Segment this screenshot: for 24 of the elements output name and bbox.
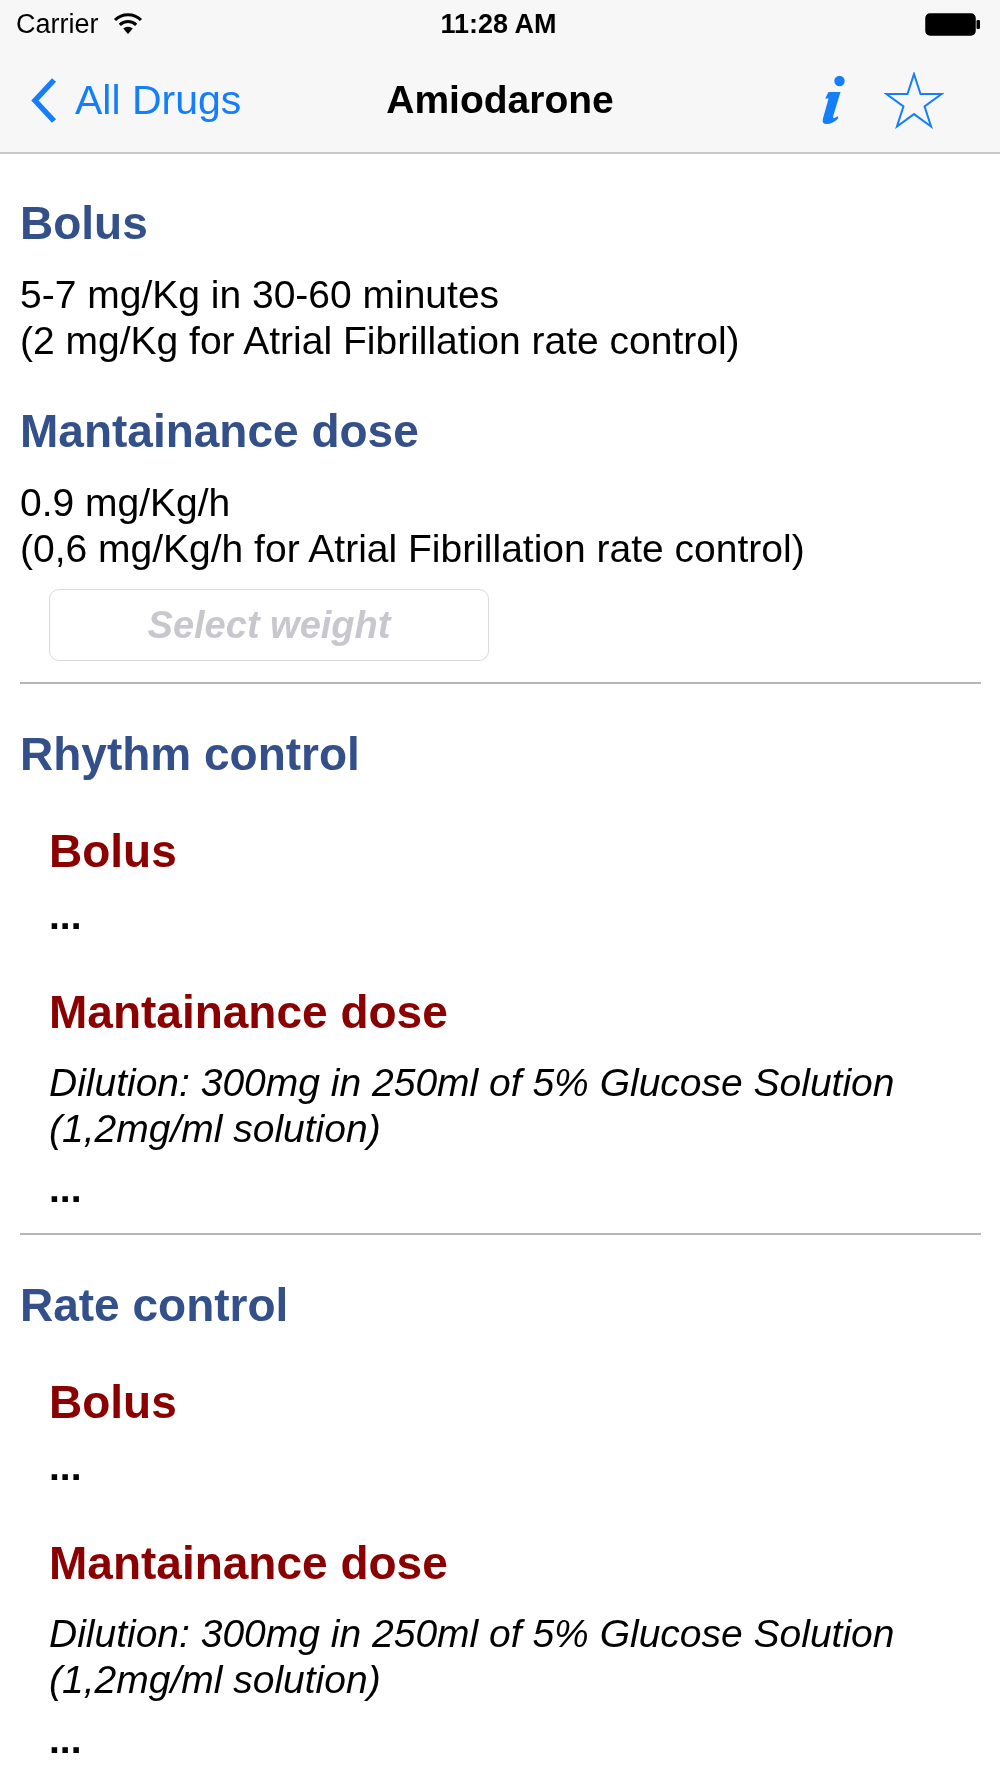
star-icon[interactable] [884,71,944,129]
dose-text: 5-7 mg/Kg in 30-60 minutes (2 mg/Kg for Atrial Fibrillation rate control) [20,272,741,364]
ellipsis-text: ... [49,893,83,939]
weight-field[interactable]: Select weight [49,589,489,661]
section-heading: Rhythm control [20,727,361,781]
ellipsis-text: ... [49,1444,83,1490]
dose-text: 0.9 mg/Kg/h (0,6 mg/Kg/h for Atrial Fibrillation rate control) [20,480,806,572]
subsection-heading: Mantainance dose [49,985,449,1039]
subsection-heading: Mantainance dose [49,1536,449,1590]
ellipsis-text: ... [49,1717,83,1763]
subsection-heading: Bolus [49,824,178,878]
section-heading: Bolus [20,196,149,250]
section-heading: Rate control [20,1278,290,1332]
section-heading: Mantainance dose [20,404,420,458]
dilution-note: Dilution: 300mg in 250ml of 5% Glucose Solution (1,2mg/ml solution) [49,1611,896,1703]
clock-time: 11:28 AM [440,8,557,40]
nav-title: Amiodarone [386,78,614,122]
dilution-note: Dilution: 300mg in 250ml of 5% Glucose Solution (1,2mg/ml solution) [49,1060,896,1152]
back-button[interactable]: All Drugs [29,75,242,125]
wifi-icon [112,13,143,35]
battery-icon [925,12,981,36]
carrier-label: Carrier [16,8,99,40]
subsection-heading: Bolus [49,1375,178,1429]
ellipsis-text: ... [49,1166,83,1212]
